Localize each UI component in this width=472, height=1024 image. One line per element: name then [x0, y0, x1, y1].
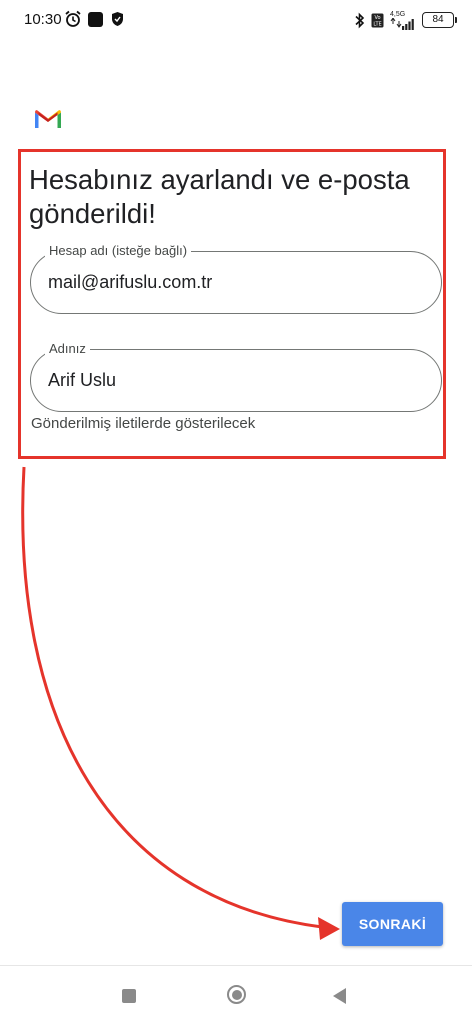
back-icon[interactable]: [333, 988, 346, 1004]
svg-text:LTE: LTE: [373, 21, 381, 27]
name-helper-text: Gönderilmiş iletilerde gösterilecek: [31, 415, 256, 432]
gmail-logo: [35, 110, 61, 128]
your-name-label: Adınız: [45, 341, 90, 357]
navigation-bar: [0, 966, 472, 1024]
status-bar: 10:30 Vo LTE 4,5G 84: [0, 0, 472, 40]
battery-icon: 84: [422, 12, 457, 28]
shield-icon: [112, 12, 123, 26]
page-title: Hesabınız ayarlandı ve e-posta gönderild…: [29, 164, 410, 229]
status-time: 10:30: [24, 11, 62, 28]
bluetooth-icon: [355, 12, 365, 28]
signal-group: 4,5G: [390, 11, 416, 30]
account-name-field[interactable]: Hesap adı (isteğe bağlı): [30, 243, 442, 314]
app-notification-icon: [88, 12, 103, 27]
account-name-input[interactable]: [48, 268, 418, 296]
volte-icon: Vo LTE: [371, 13, 384, 27]
next-button[interactable]: SONRAKİ: [342, 902, 443, 946]
svg-text:Vo: Vo: [374, 15, 380, 21]
your-name-input[interactable]: [48, 366, 418, 394]
recents-icon[interactable]: [122, 989, 136, 1003]
alarm-icon: [65, 10, 81, 27]
signal-icon: [390, 17, 414, 30]
account-name-label: Hesap adı (isteğe bağlı): [45, 243, 192, 259]
home-icon[interactable]: [227, 985, 246, 1004]
network-type-label: 4,5G: [390, 10, 406, 18]
status-right: Vo LTE 4,5G 84: [354, 9, 457, 31]
your-name-field[interactable]: Adınız: [30, 341, 442, 412]
